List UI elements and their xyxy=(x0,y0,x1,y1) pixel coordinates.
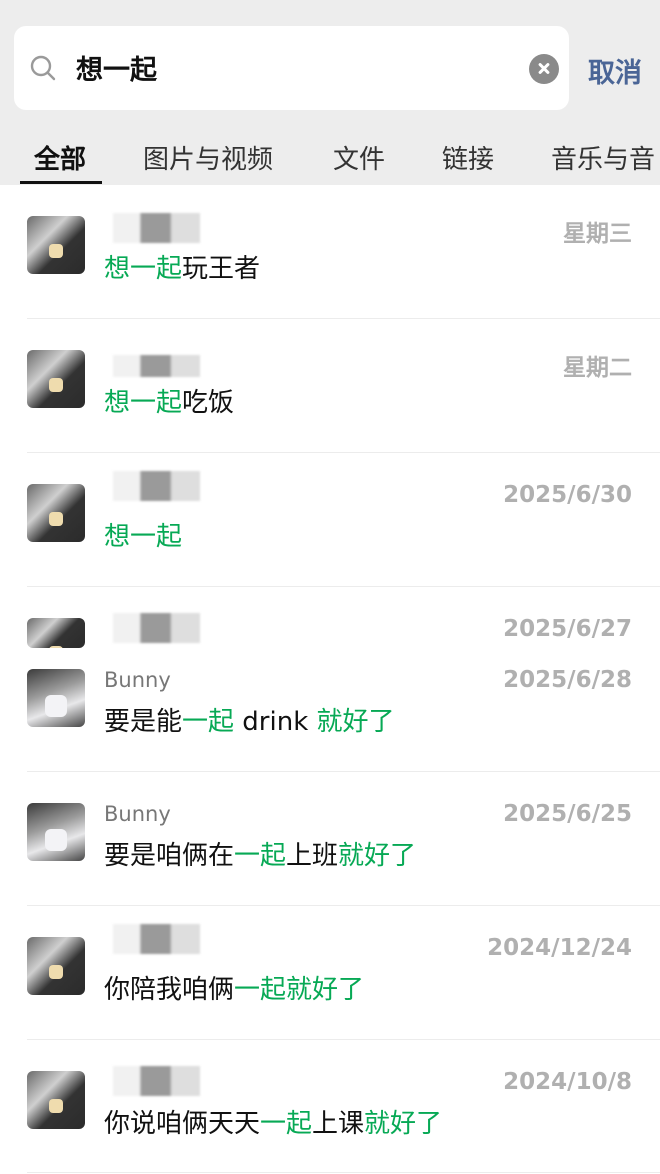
divider xyxy=(27,1039,660,1040)
match-highlight: 一起 xyxy=(234,841,287,871)
result-message[interactable]: 想一起玩王者 xyxy=(104,248,260,285)
match-highlight: 就好了 xyxy=(364,1109,443,1139)
result-message[interactable]: 想一起 xyxy=(104,516,182,553)
message-text: 你说咱俩天天 xyxy=(104,1109,261,1139)
avatar[interactable] xyxy=(27,669,85,727)
match-highlight: 想一起 xyxy=(104,522,183,552)
result-message[interactable]: 你说咱俩天天一起上课就好了 xyxy=(104,1103,442,1140)
result-message[interactable]: 想一起吃饭 xyxy=(104,382,234,419)
match-highlight: 一起 xyxy=(182,707,235,737)
clear-icon[interactable] xyxy=(529,54,559,84)
result-date: 2024/12/24 xyxy=(487,935,632,961)
match-highlight: 就好了 xyxy=(286,975,365,1005)
tab-music[interactable]: 音乐与音 xyxy=(551,139,655,176)
message-text: drink xyxy=(234,707,317,737)
blurred-contact-name xyxy=(113,471,200,501)
divider xyxy=(27,586,660,587)
result-date: 2025/6/30 xyxy=(503,482,632,508)
match-highlight: 一起 xyxy=(260,1109,313,1139)
divider xyxy=(27,771,660,772)
match-highlight: 就好了 xyxy=(316,707,395,737)
message-text: 要是能 xyxy=(104,707,183,737)
result-date: 2025/6/28 xyxy=(503,667,632,693)
match-highlight: 就好了 xyxy=(338,841,417,871)
blurred-contact-name xyxy=(113,213,200,243)
divider xyxy=(27,318,660,319)
match-highlight: 想一起 xyxy=(104,254,183,284)
active-tab-indicator xyxy=(20,181,102,184)
contact-name: Bunny xyxy=(104,802,171,826)
avatar[interactable] xyxy=(27,216,85,274)
search-icon xyxy=(30,55,56,81)
match-highlight: 想一起 xyxy=(104,388,183,418)
message-text: 玩王者 xyxy=(182,254,261,284)
result-date: 2024/10/8 xyxy=(503,1069,632,1095)
contact-name: Bunny xyxy=(104,668,171,692)
tab-files[interactable]: 文件 xyxy=(333,139,385,176)
search-query[interactable]: 想一起 xyxy=(76,48,157,87)
divider xyxy=(27,905,660,906)
tab-all[interactable]: 全部 xyxy=(34,139,86,176)
result-date: 星期三 xyxy=(563,221,632,247)
result-message[interactable]: 要是能一起 drink 就好了 xyxy=(104,701,395,738)
match-highlight: 一起 xyxy=(234,975,287,1005)
message-text: 你陪我咱俩 xyxy=(104,975,235,1005)
cancel-button[interactable]: 取消 xyxy=(588,51,642,90)
result-date: 2025/6/27 xyxy=(503,616,632,642)
message-text: 要是咱俩在 xyxy=(104,841,235,871)
blurred-contact-name xyxy=(113,1066,200,1096)
avatar[interactable] xyxy=(27,937,85,995)
result-date: 星期二 xyxy=(563,355,632,381)
message-text: 吃饭 xyxy=(182,388,235,418)
tab-images-videos[interactable]: 图片与视频 xyxy=(143,139,273,176)
result-message[interactable]: 要是咱俩在一起上班就好了 xyxy=(104,835,416,872)
message-text: 上课 xyxy=(312,1109,365,1139)
avatar[interactable] xyxy=(27,484,85,542)
message-text: 上班 xyxy=(286,841,339,871)
result-date: 2025/6/25 xyxy=(503,801,632,827)
avatar[interactable] xyxy=(27,803,85,861)
result-message[interactable]: 你陪我咱俩一起就好了 xyxy=(104,969,364,1006)
avatar[interactable] xyxy=(27,618,85,648)
divider xyxy=(27,452,660,453)
divider xyxy=(27,1172,660,1173)
avatar[interactable] xyxy=(27,1071,85,1129)
blurred-contact-name xyxy=(113,924,200,954)
blurred-contact-name xyxy=(113,613,200,643)
blurred-contact-name xyxy=(113,355,200,377)
avatar[interactable] xyxy=(27,350,85,408)
tab-links[interactable]: 链接 xyxy=(442,139,494,176)
